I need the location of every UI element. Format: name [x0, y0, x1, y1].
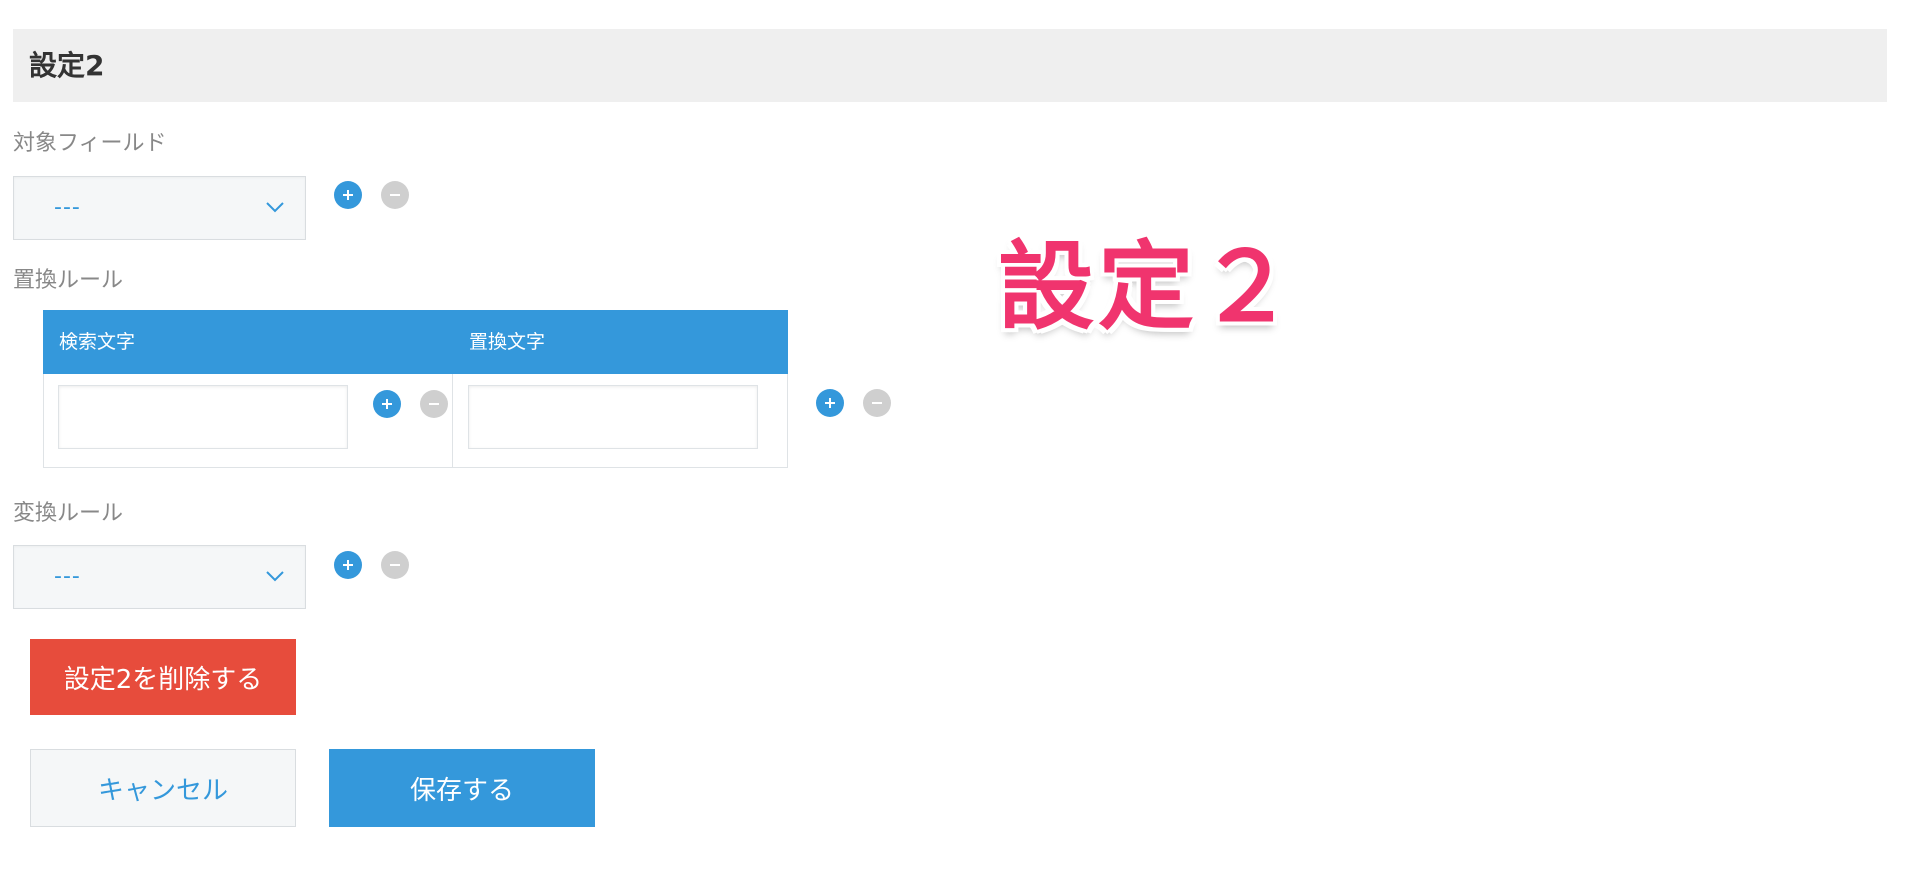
add-replace-row-button[interactable] — [816, 389, 844, 417]
plus-icon — [825, 398, 835, 408]
section-title: 設定2 — [29, 49, 105, 82]
remove-target-field-button[interactable] — [381, 181, 409, 209]
overlay-annotation: 設定２ — [998, 231, 1298, 343]
remove-convert-rule-button[interactable] — [381, 551, 409, 579]
plus-icon — [343, 560, 353, 570]
target-field-selected-value: --- — [54, 195, 81, 220]
minus-icon — [429, 403, 439, 405]
save-button[interactable]: 保存する — [329, 749, 595, 827]
add-search-row-button[interactable] — [373, 390, 401, 418]
add-convert-rule-button[interactable] — [334, 551, 362, 579]
remove-search-row-button[interactable] — [420, 390, 448, 418]
convert-rule-selected-value: --- — [54, 564, 81, 589]
replace-rule-table: 検索文字 置換文字 — [43, 310, 788, 468]
target-field-select[interactable]: --- — [13, 176, 306, 240]
chevron-down-icon — [266, 202, 284, 213]
plus-icon — [343, 190, 353, 200]
convert-rule-label: 変換ルール — [13, 501, 124, 526]
delete-setting-button[interactable]: 設定2を削除する — [30, 639, 296, 715]
section-header: 設定2 — [13, 29, 1887, 102]
column-divider — [452, 374, 453, 468]
column-header-replace: 置換文字 — [469, 331, 546, 353]
settings-page: 設定2 対象フィールド --- 置換ルール 検索文字 置換文字 設定２ 変換ルー… — [0, 0, 1920, 891]
minus-icon — [390, 564, 400, 566]
replace-text-input[interactable] — [468, 385, 758, 449]
column-header-search: 検索文字 — [59, 331, 136, 353]
remove-replace-row-button[interactable] — [863, 389, 891, 417]
convert-rule-select[interactable]: --- — [13, 545, 306, 609]
replace-rule-table-header: 検索文字 置換文字 — [43, 310, 788, 374]
add-target-field-button[interactable] — [334, 181, 362, 209]
chevron-down-icon — [266, 571, 284, 582]
target-field-label: 対象フィールド — [13, 131, 167, 156]
plus-icon — [382, 399, 392, 409]
replace-rule-label: 置換ルール — [13, 268, 124, 293]
cancel-button[interactable]: キャンセル — [30, 749, 296, 827]
minus-icon — [872, 402, 882, 404]
search-text-input[interactable] — [58, 385, 348, 449]
minus-icon — [390, 194, 400, 196]
